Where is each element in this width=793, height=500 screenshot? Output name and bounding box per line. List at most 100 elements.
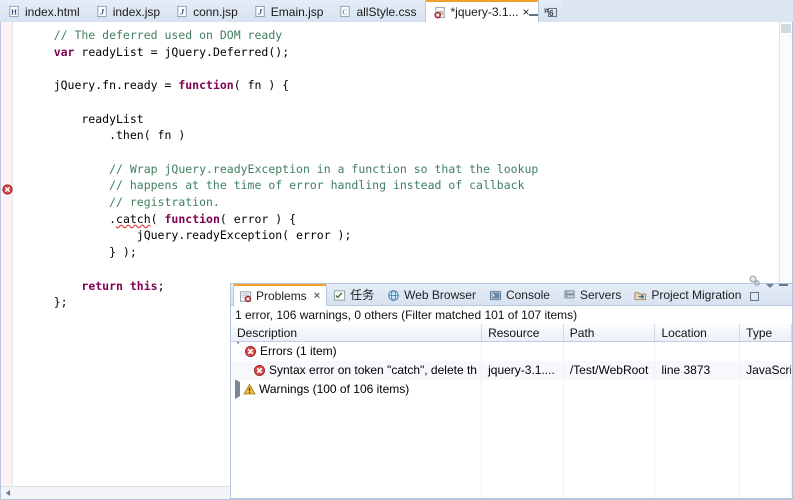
eclipse-workbench: Type Hierar... Package Ex... × — [0, 0, 793, 500]
svg-text:H: H — [11, 7, 17, 16]
expand-arrow-open[interactable] — [235, 342, 241, 361]
error-marker-icon[interactable] — [2, 184, 13, 195]
problems-tab-label: Problems — [256, 289, 307, 303]
problems-summary: 1 error, 106 warnings, 0 others (Filter … — [231, 306, 792, 323]
svg-text:C: C — [343, 7, 348, 16]
cell-resource: jquery-3.1.... — [482, 361, 564, 380]
cell-type — [740, 380, 792, 399]
problem-description: Warnings (100 of 106 items) — [259, 382, 410, 396]
editor-tab-jquery-31[interactable]: JS*jquery-3.1...× — [424, 0, 539, 22]
cell-description[interactable]: Warnings (100 of 106 items) — [231, 380, 483, 399]
problems-empty-row — [231, 399, 792, 418]
problem-description: Syntax error on token "catch", delete th — [269, 363, 477, 377]
column-header-path[interactable]: Path — [564, 324, 656, 341]
cell-path — [564, 380, 656, 399]
problems-tab-[interactable]: 任务 — [327, 284, 381, 305]
problems-tab-label: Servers — [579, 288, 622, 302]
problems-empty-row — [231, 418, 792, 437]
cell-description[interactable]: Syntax error on token "catch", delete th — [231, 361, 483, 380]
problems-tabbar: Problems × 任务 Web Browser Console Servers Proj… — [231, 275, 792, 306]
cell-path: /Test/WebRoot — [564, 361, 656, 380]
editor-tab-label: conn.jsp — [193, 4, 238, 19]
minimize-icon[interactable] — [777, 277, 790, 288]
problems-group-row[interactable]: Warnings (100 of 106 items) — [231, 380, 792, 399]
editor-tab-label: Emain.jsp — [270, 4, 324, 19]
problems-tab-problems[interactable]: Problems × — [233, 284, 328, 306]
view-menu-icon[interactable] — [765, 284, 774, 288]
problems-tab-label: Project Migration — [651, 288, 742, 302]
html-file-icon: H — [8, 5, 21, 18]
problems-tab-project-migration[interactable]: Project Migration — [628, 284, 748, 305]
cell-resource — [482, 380, 564, 399]
cell-resource — [482, 342, 564, 361]
cell-path — [564, 342, 656, 361]
editor-tab-label: *jquery-3.1... — [450, 5, 519, 19]
error-icon — [253, 364, 266, 377]
problems-table[interactable]: Description Resource Path Location Type Erro… — [231, 324, 792, 498]
error-icon — [244, 345, 257, 358]
source-code[interactable]: // The deferred used on DOM ready var re… — [14, 22, 779, 311]
warning-icon — [243, 383, 256, 396]
css-file-icon: C — [339, 5, 352, 18]
problem-description: Errors (1 item) — [260, 344, 337, 358]
cell-location — [655, 342, 741, 361]
svg-text:J: J — [99, 7, 105, 16]
jsp-file-icon: J — [254, 5, 267, 18]
problems-empty-row — [231, 456, 792, 475]
editor-area: Hindex.html Jindex.jsp Jconn.jsp J Emain.jsp… — [0, 0, 793, 500]
editor-tab-label: index.jsp — [112, 4, 161, 19]
problems-group-row[interactable]: Errors (1 item) — [231, 342, 792, 361]
maximize-icon[interactable] — [748, 291, 761, 302]
svg-text:J: J — [179, 7, 185, 16]
problems-empty-row — [231, 437, 792, 456]
column-header-description[interactable]: Description — [231, 324, 483, 341]
tasks-icon — [333, 289, 346, 302]
cell-location — [655, 380, 741, 399]
js-file-error-icon: JS — [433, 6, 447, 19]
editor-gutter[interactable] — [1, 22, 13, 499]
editor-tab-label: allStyle.css — [356, 4, 417, 19]
cell-location: line 3873 — [655, 361, 741, 380]
problems-icon — [239, 290, 252, 303]
minimize-icon[interactable] — [527, 7, 540, 18]
problems-item-row[interactable]: Syntax error on token "catch", delete th… — [231, 361, 792, 380]
problems-tab-label: Web Browser — [404, 288, 476, 302]
cell-type: JavaScript ... — [740, 361, 792, 380]
problems-view: Problems × 任务 Web Browser Console Servers Proj… — [230, 275, 793, 499]
editor-tab-connjsp[interactable]: Jconn.jsp — [168, 1, 246, 22]
column-header-type[interactable]: Type — [740, 324, 792, 341]
problems-window-buttons — [748, 274, 792, 305]
svg-text:J: J — [257, 7, 263, 16]
problems-table-body[interactable]: Errors (1 item) Syntax error on token "ca… — [231, 342, 792, 498]
maximize-icon[interactable] — [546, 7, 559, 18]
scroll-left-button[interactable] — [1, 487, 14, 499]
jsp-file-icon: J — [176, 5, 189, 18]
problems-tab-console[interactable]: Console — [483, 284, 557, 305]
editor-tab-emainjsp[interactable]: J Emain.jsp — [246, 1, 332, 22]
column-header-location[interactable]: Location — [655, 324, 741, 341]
editor-tabbar: Hindex.html Jindex.jsp Jconn.jsp J Emain.jsp… — [0, 0, 563, 22]
editor-tab-indexjsp[interactable]: Jindex.jsp — [88, 1, 168, 22]
editor-tab-indexhtml[interactable]: Hindex.html — [0, 1, 88, 22]
filters-icon[interactable] — [748, 274, 762, 288]
cell-type — [740, 342, 792, 361]
problems-tab-web-browser[interactable]: Web Browser — [381, 284, 483, 305]
console-icon — [489, 289, 502, 302]
problems-empty-row — [231, 475, 792, 494]
column-header-resource[interactable]: Resource — [482, 324, 564, 341]
web-browser-icon — [387, 289, 400, 302]
cell-description[interactable]: Errors (1 item) — [231, 342, 483, 361]
problems-tab-label: Console — [505, 288, 550, 302]
problems-empty-row — [231, 494, 792, 498]
editor-tab-allstylecss[interactable]: CallStyle.css — [331, 1, 424, 22]
close-icon[interactable]: × — [314, 290, 320, 302]
problems-table-header: Description Resource Path Location Type — [231, 324, 792, 342]
problems-tab-label: 任务 — [350, 288, 375, 302]
project-migration-icon — [634, 289, 647, 302]
jsp-file-icon: J — [96, 5, 109, 18]
editor-window-buttons — [527, 7, 559, 18]
editor-tab-label: index.html — [25, 4, 80, 19]
servers-icon — [563, 289, 576, 302]
problems-tab-servers[interactable]: Servers — [557, 284, 628, 305]
expand-arrow-closed[interactable] — [235, 380, 240, 399]
